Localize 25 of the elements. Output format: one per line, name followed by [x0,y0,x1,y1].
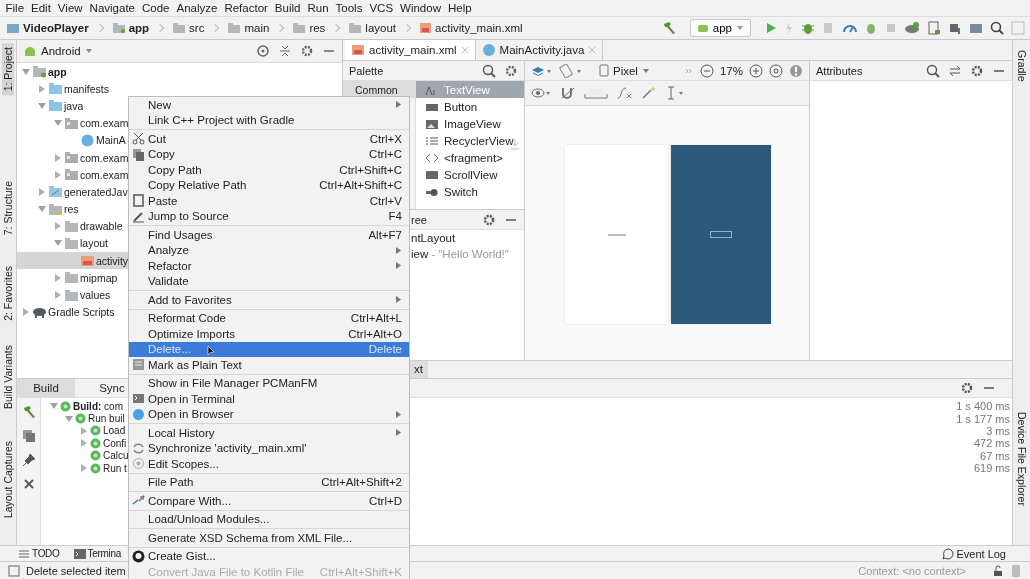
status-message: Delete selected item [26,564,126,577]
keyboard-shortcut: Ctrl+Alt+Shift+K [319,565,402,578]
keyboard-shortcut: Ctrl+Alt+Shift+2 [321,476,402,489]
panel-title: ree [411,213,427,226]
context-indicator: Context: <no context> [858,564,966,577]
keyboard-shortcut: Ctrl+X [369,132,402,145]
panel-title: Attributes [816,64,863,77]
keyboard-shortcut: Ctrl+Alt+Shift+C [319,179,402,192]
keyboard-shortcut: Ctrl+Alt+L [350,312,402,325]
duration: 619 ms [973,462,1011,475]
keyboard-shortcut: Delete [368,343,402,356]
duration: 3 ms [986,424,1011,437]
duration: 472 ms [973,437,1011,450]
keyboard-shortcut: Ctrl+Alt+O [348,327,402,340]
keyboard-shortcut: Ctrl+V [369,194,402,207]
panel-title: Palette [349,64,384,77]
keyboard-shortcut: Ctrl+Shift+C [339,163,402,176]
duration: 67 ms [980,449,1011,462]
keyboard-shortcut: Ctrl+D [369,494,402,507]
zoom-level: 17% [719,64,743,77]
duration: 1 s 400 ms [956,400,1011,413]
keyboard-shortcut: F4 [388,210,402,223]
duration: 1 s 177 ms [956,412,1011,425]
keyboard-shortcut: Alt+F7 [368,228,402,241]
keyboard-shortcut: Ctrl+C [369,148,402,161]
